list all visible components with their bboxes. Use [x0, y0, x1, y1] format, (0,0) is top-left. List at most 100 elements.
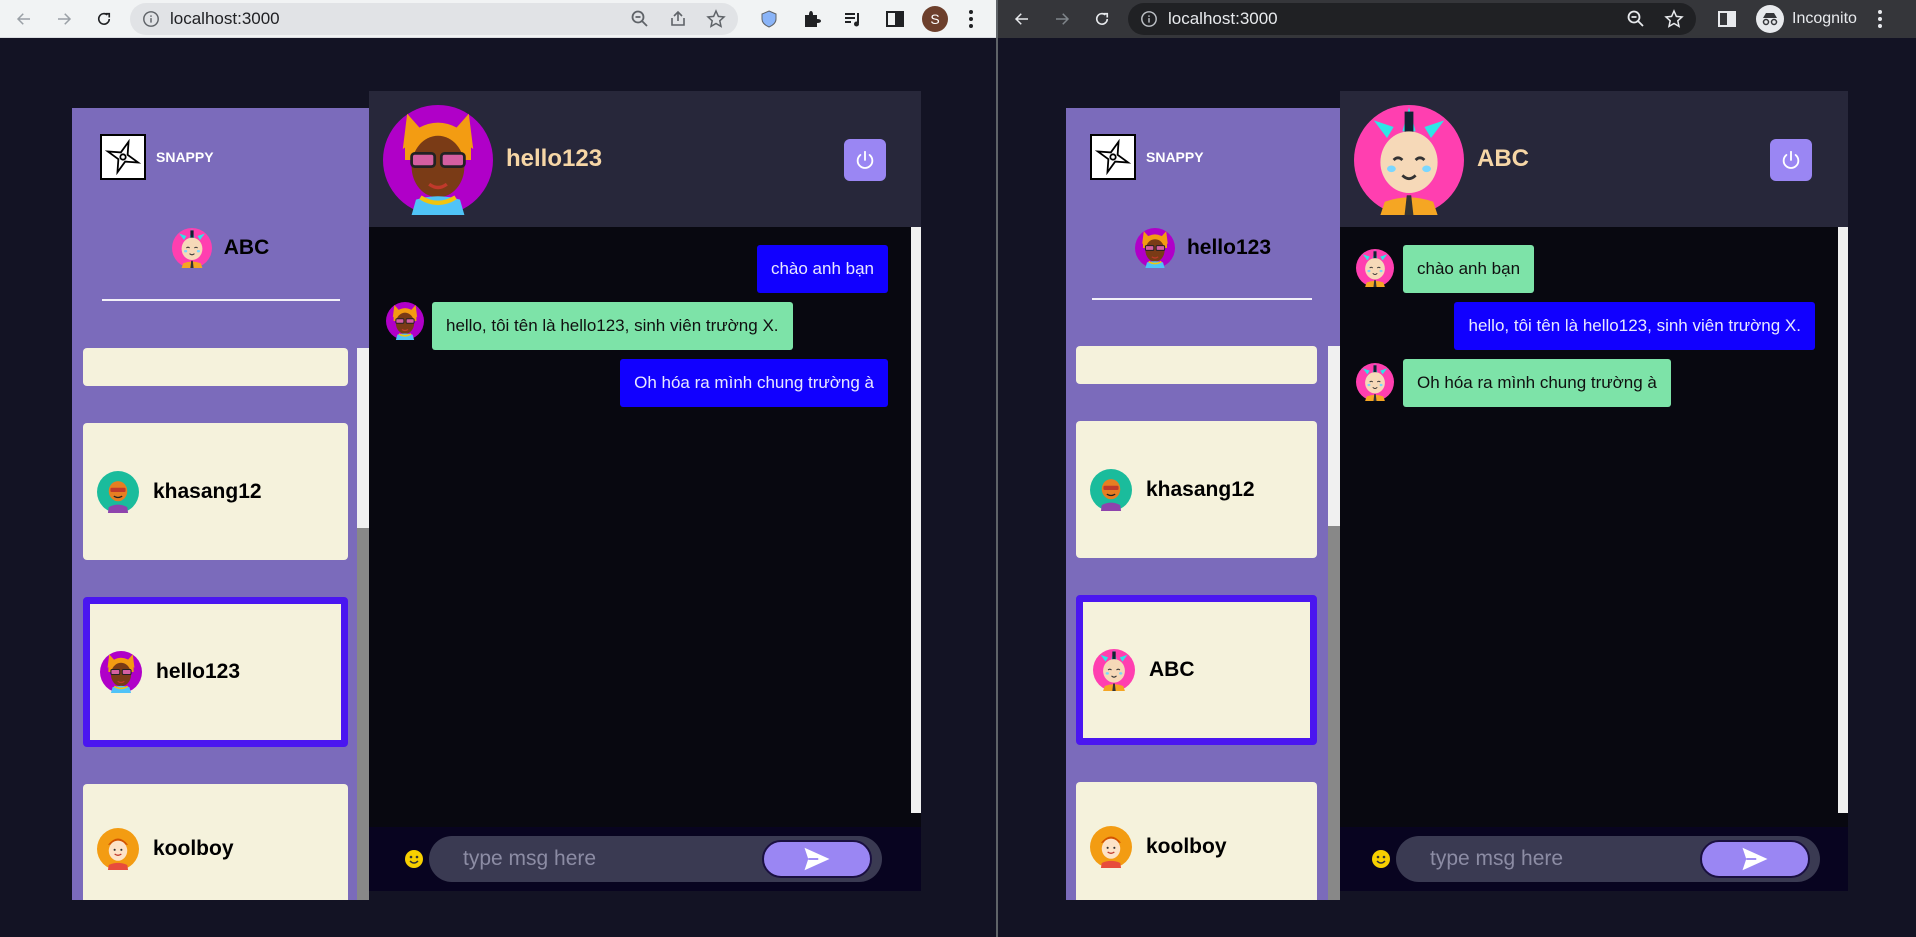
- star-icon[interactable]: [1664, 9, 1684, 29]
- brand-name: SNAPPY: [1146, 149, 1204, 165]
- contact-name: koolboy: [153, 837, 234, 860]
- message-input[interactable]: [1430, 836, 1720, 882]
- contact-name: hello123: [156, 660, 241, 683]
- side-panel-icon[interactable]: [884, 8, 906, 30]
- contacts-scrollbar[interactable]: [357, 348, 369, 900]
- power-icon: [854, 149, 876, 171]
- logout-button[interactable]: [844, 139, 886, 181]
- puzzle-extension-icon[interactable]: [800, 8, 822, 30]
- contacts-sidebar: SNAPPY hello123 khasang12 ABC koolboy: [1066, 108, 1340, 900]
- contacts-sidebar: SNAPPY ABC khasang12 hello123 koolboy: [72, 108, 369, 900]
- zoom-out-icon[interactable]: [1626, 9, 1646, 29]
- emoji-picker-icon[interactable]: [1371, 849, 1391, 869]
- contact-item[interactable]: [1076, 346, 1317, 384]
- back-button[interactable]: [1008, 5, 1036, 33]
- abc-avatar-icon: [1093, 649, 1135, 691]
- message-input-container: [1396, 836, 1820, 882]
- chat-partner-name: ABC: [1477, 145, 1529, 172]
- contact-item-koolboy[interactable]: koolboy: [83, 784, 348, 900]
- message-list: chào anh bạn hello, tôi tên là hello123,…: [369, 227, 921, 813]
- info-icon: [1141, 11, 1157, 27]
- message-input-container: [429, 836, 882, 882]
- browser-menu-icon[interactable]: [968, 9, 974, 28]
- snappy-logo-icon: [1090, 134, 1136, 180]
- hello123-avatar-icon: [100, 651, 142, 693]
- contact-item-koolboy[interactable]: koolboy: [1076, 782, 1317, 900]
- current-user: hello123: [1066, 228, 1340, 268]
- browser-menu-icon[interactable]: [1877, 10, 1883, 28]
- contact-item[interactable]: [83, 348, 348, 386]
- arrow-left-icon: [16, 12, 30, 25]
- side-panel-icon[interactable]: [1716, 8, 1738, 30]
- contact-name: koolboy: [1146, 835, 1227, 858]
- right-browser-window: localhost:3000 Incognito SNAPPY hello123…: [998, 0, 1916, 937]
- incognito-icon: [1756, 5, 1784, 33]
- arrow-right-icon: [1056, 13, 1070, 25]
- contact-name: ABC: [1149, 658, 1195, 681]
- browser-toolbar: localhost:3000 S: [0, 0, 996, 38]
- contacts-scrollbar-thumb[interactable]: [1328, 346, 1340, 526]
- message-received: hello, tôi tên là hello123, sinh viên tr…: [432, 302, 793, 350]
- reload-button[interactable]: [90, 5, 118, 33]
- contact-item-hello123[interactable]: hello123: [83, 597, 348, 747]
- browser-toolbar: localhost:3000 Incognito: [998, 0, 1916, 38]
- current-user-name: ABC: [223, 236, 270, 259]
- contact-item-khasang12[interactable]: khasang12: [83, 423, 348, 560]
- star-icon[interactable]: [706, 8, 726, 29]
- chat-input-bar: [1340, 827, 1848, 891]
- contact-item-abc[interactable]: ABC: [1076, 595, 1317, 745]
- incognito-label: Incognito: [1792, 10, 1857, 27]
- back-button[interactable]: [10, 5, 38, 33]
- current-user-divider: [1092, 298, 1312, 300]
- brand: SNAPPY: [100, 134, 214, 180]
- address-bar[interactable]: localhost:3000: [1128, 3, 1696, 35]
- arrow-left-icon: [1014, 13, 1028, 25]
- contacts-scrollbar[interactable]: [1328, 346, 1340, 900]
- brand-name: SNAPPY: [156, 149, 214, 165]
- reload-button[interactable]: [1088, 5, 1116, 33]
- message-sent: Oh hóa ra mình chung trường à: [620, 359, 888, 407]
- logout-button[interactable]: [1770, 139, 1812, 181]
- message-sent: chào anh bạn: [756, 245, 888, 293]
- contacts-scrollbar-thumb[interactable]: [357, 348, 369, 528]
- abc-avatar-icon: [1356, 249, 1394, 287]
- message-received: Oh hóa ra mình chung trường à: [1403, 359, 1671, 407]
- forward-button[interactable]: [50, 5, 78, 33]
- share-icon[interactable]: [668, 9, 688, 29]
- emoji-picker-icon[interactable]: [404, 849, 424, 869]
- media-queue-icon[interactable]: [842, 8, 864, 30]
- reload-icon: [1095, 12, 1109, 25]
- info-icon: [143, 10, 159, 27]
- incognito-indicator[interactable]: Incognito: [1756, 5, 1857, 33]
- send-icon: [1740, 844, 1770, 874]
- zoom-out-icon[interactable]: [630, 9, 650, 29]
- koolboy-avatar-icon: [1090, 826, 1132, 868]
- message-list: chào anh bạn hello, tôi tên là hello123,…: [1340, 227, 1848, 813]
- send-button[interactable]: [762, 840, 872, 878]
- message-sent: hello, tôi tên là hello123, sinh viên tr…: [1454, 302, 1815, 350]
- url-text: localhost:3000: [1168, 9, 1278, 28]
- profile-avatar[interactable]: S: [922, 5, 948, 32]
- koolboy-avatar-icon: [97, 828, 139, 870]
- url-text: localhost:3000: [170, 8, 280, 28]
- messages-scrollbar[interactable]: [1838, 227, 1848, 813]
- power-icon: [1780, 149, 1802, 171]
- messages-scrollbar[interactable]: [911, 227, 921, 813]
- reload-icon: [97, 12, 111, 25]
- chat-header: hello123: [369, 91, 921, 227]
- abc-avatar-icon: [172, 228, 212, 268]
- chat-partner-name: hello123: [506, 145, 603, 172]
- address-bar[interactable]: localhost:3000: [130, 2, 738, 35]
- hello123-avatar-icon: [386, 302, 424, 340]
- khasang12-avatar-icon: [97, 471, 139, 513]
- contact-item-khasang12[interactable]: khasang12: [1076, 421, 1317, 558]
- forward-button[interactable]: [1048, 5, 1076, 33]
- snappy-logo-icon: [100, 134, 146, 180]
- send-button[interactable]: [1700, 840, 1810, 878]
- abc-avatar-icon: [1356, 363, 1394, 401]
- chat-header: ABC: [1340, 91, 1848, 227]
- chat-input-bar: [369, 827, 921, 891]
- shield-extension-icon[interactable]: [758, 8, 780, 30]
- message-input[interactable]: [463, 836, 753, 882]
- khasang12-avatar-icon: [1090, 469, 1132, 511]
